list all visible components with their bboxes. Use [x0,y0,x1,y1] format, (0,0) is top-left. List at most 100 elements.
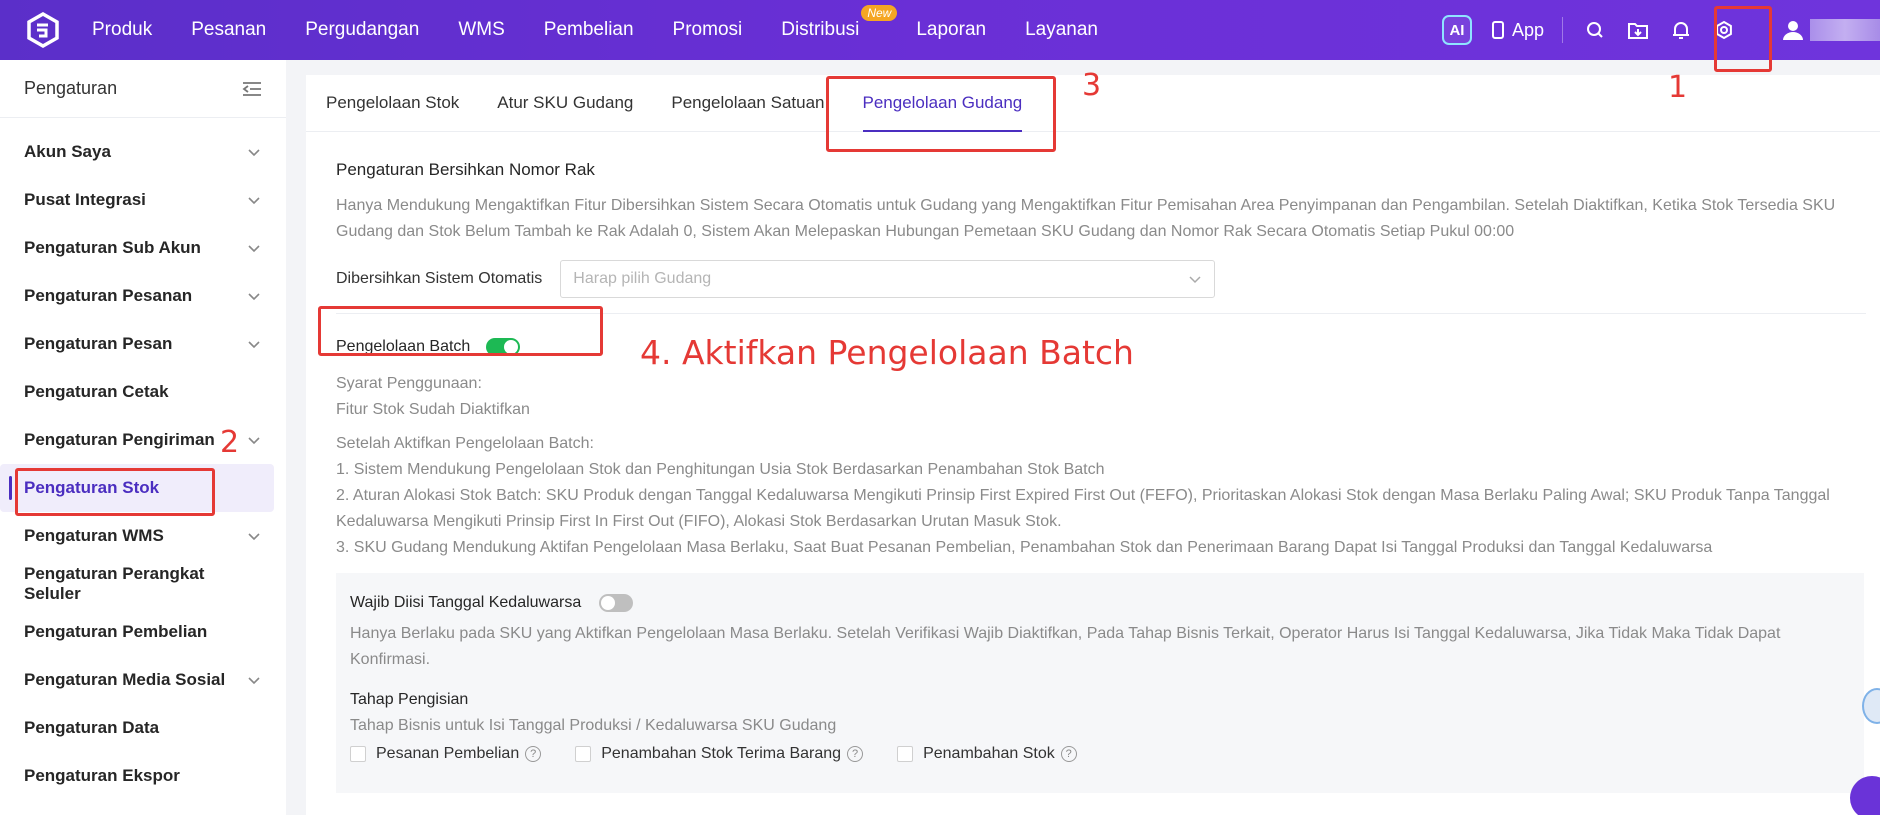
chevron-down-icon [248,293,260,301]
auto-clear-label: Dibersihkan Sistem Otomatis [336,270,543,287]
help-icon[interactable]: ? [1060,746,1077,762]
app-label: App [1511,19,1544,40]
chevron-down-icon [248,245,260,253]
nav-pesanan[interactable]: Pesanan [191,19,266,41]
checkbox[interactable] [897,746,914,762]
user-menu[interactable] [1782,19,1880,41]
annotation-number-3: 3 [1082,68,1102,103]
chevron-down-icon [248,341,260,349]
settings-main-panel: Pengelolaan Stok Atur SKU Gudang Pengelo… [306,75,1880,815]
sidebar-item-label: Akun Saya [24,142,111,161]
nav-laporan[interactable]: Laporan [916,19,986,41]
search-icon[interactable] [1583,18,1607,42]
sidebar-item-pesan[interactable]: Pengaturan Pesan [0,320,286,368]
sidebar-item-wms[interactable]: Pengaturan WMS [0,512,286,560]
chevron-down-icon [248,677,260,685]
nav-layanan[interactable]: Layanan [1025,19,1098,41]
sidebar-item-label: Pusat Integrasi [24,190,146,209]
effects-title: Setelah Aktifkan Pengelolaan Batch: [336,435,594,452]
sidebar-item-label: Pengaturan Pesanan [24,286,193,305]
sidebar-item-perangkat-seluler[interactable]: Pengaturan Perangkat Seluler [0,560,286,608]
top-nav-bar: Produk Pesanan Pergudangan WMS Pembelian… [0,0,1880,60]
effect-point-2: 2. Aturan Alokasi Stok Batch: SKU Produk… [336,487,1830,530]
nav-distribusi[interactable]: Distribusi New [781,5,898,41]
checkbox[interactable] [350,746,366,762]
effect-point-1: 1. Sistem Mendukung Pengelolaan Stok dan… [336,461,1105,478]
annotation-box-gear [1714,6,1772,72]
expiry-toggle-row: Wajib Diisi Tanggal Kedaluwarsa [350,589,1850,617]
chevron-down-icon [248,197,260,205]
nav-pergudangan[interactable]: Pergudangan [305,19,419,41]
sidebar-item-akun-saya[interactable]: Akun Saya [0,128,286,176]
sidebar-item-label: Pengaturan Cetak [24,382,169,401]
user-name-redacted [1810,19,1880,41]
sidebar-item-data[interactable]: Pengaturan Data [0,704,286,752]
chevron-down-icon [248,149,260,157]
sidebar-item-pusat-integrasi[interactable]: Pusat Integrasi [0,176,286,224]
checkbox-label: Penambahan Stok [923,745,1055,762]
annotation-number-2: 2 [220,425,240,460]
stage-description: Tahap Bisnis untuk Isi Tanggal Produksi … [350,717,837,734]
batch-effects: Setelah Aktifkan Pengelolaan Batch: 1. S… [336,431,1850,561]
check-penambahan-stok-terima-barang[interactable]: Penambahan Stok Terima Barang? [575,745,864,763]
sidebar-header: Pengaturan [0,60,286,118]
requirement-title: Syarat Penggunaan: [336,375,482,392]
app-button[interactable]: App [1491,19,1544,41]
collapse-sidebar-icon[interactable] [242,81,262,97]
nav-produk[interactable]: Produk [92,19,152,41]
check-pesanan-pembelian[interactable]: Pesanan Pembelian? [350,745,542,763]
app-logo-icon[interactable] [24,11,62,49]
checkbox[interactable] [575,746,592,762]
sidebar-item-pesanan[interactable]: Pengaturan Pesanan [0,272,286,320]
sidebar-item-ekspor[interactable]: Pengaturan Ekspor [0,752,286,800]
chevron-down-icon [248,533,260,541]
annotation-box-tab [826,76,1056,152]
stage-checkboxes: Pesanan Pembelian? Penambahan Stok Terim… [350,745,1850,763]
annotation-box-stok [15,468,215,516]
checkbox-label: Penambahan Stok Terima Barang [601,745,842,762]
requirement-value: Fitur Stok Sudah Diaktifkan [336,401,530,418]
sidebar-item-label: Pengaturan Pembelian [24,622,208,641]
warehouse-select[interactable]: Harap pilih Gudang [560,260,1216,298]
folder-download-icon[interactable] [1626,18,1650,42]
sidebar-title: Pengaturan [24,78,118,98]
tab-atur-sku-gudang[interactable]: Atur SKU Gudang [497,75,633,132]
rack-section-description: Hanya Mendukung Mengaktifkan Fitur Diber… [336,197,1836,240]
sidebar-item-label: Pengaturan Sub Akun [24,238,201,257]
stage-title: Tahap Pengisian [350,691,469,708]
check-penambahan-stok[interactable]: Penambahan Stok? [897,745,1077,763]
nav-promosi[interactable]: Promosi [673,19,743,41]
mobile-icon [1491,21,1504,39]
annotation-number-1: 1 [1668,70,1688,105]
user-icon [1783,21,1803,40]
sidebar-item-cetak[interactable]: Pengaturan Cetak [0,368,286,416]
tab-content: Pengaturan Bersihkan Nomor Rak Hanya Men… [306,132,1880,793]
toggle-knob [601,596,616,610]
sidebar-menu: Akun Saya Pusat Integrasi Pengaturan Sub… [0,118,286,800]
top-right-actions: AI App [1441,0,1880,60]
checkbox-label: Pesanan Pembelian [376,745,520,762]
sidebar-item-sub-akun[interactable]: Pengaturan Sub Akun [0,224,286,272]
new-badge: New [861,5,898,21]
sidebar-item-label: Pengaturan Pengiriman [24,430,215,449]
expiry-toggle[interactable] [599,594,634,612]
tab-pengelolaan-satuan[interactable]: Pengelolaan Satuan [671,75,824,132]
help-icon[interactable]: ? [525,746,542,762]
help-icon[interactable]: ? [847,746,864,762]
ai-button[interactable]: AI [1441,15,1472,45]
nav-wms[interactable]: WMS [458,19,504,41]
expiry-settings-box: Wajib Diisi Tanggal Kedaluwarsa Hanya Be… [336,573,1864,793]
bell-icon[interactable] [1669,18,1693,42]
sidebar-item-label: Pengaturan WMS [24,526,164,545]
sidebar-item-media-sosial[interactable]: Pengaturan Media Sosial [0,656,286,704]
batch-requirements: Syarat Penggunaan: Fitur Stok Sudah Diak… [336,371,1850,423]
sidebar-item-pembelian[interactable]: Pengaturan Pembelian [0,608,286,656]
nav-distribusi-label: Distribusi [781,19,860,40]
tab-pengelolaan-stok[interactable]: Pengelolaan Stok [326,75,459,132]
sidebar-item-label: Pengaturan Media Sosial [24,670,226,689]
auto-clear-row: Dibersihkan Sistem Otomatis Harap pilih … [336,260,1850,298]
divider [1562,17,1563,43]
annotation-step-4: 4. Aktifkan Pengelolaan Batch [640,333,1134,372]
sidebar-item-pengiriman[interactable]: Pengaturan Pengiriman [0,416,286,464]
nav-pembelian[interactable]: Pembelian [544,19,634,41]
